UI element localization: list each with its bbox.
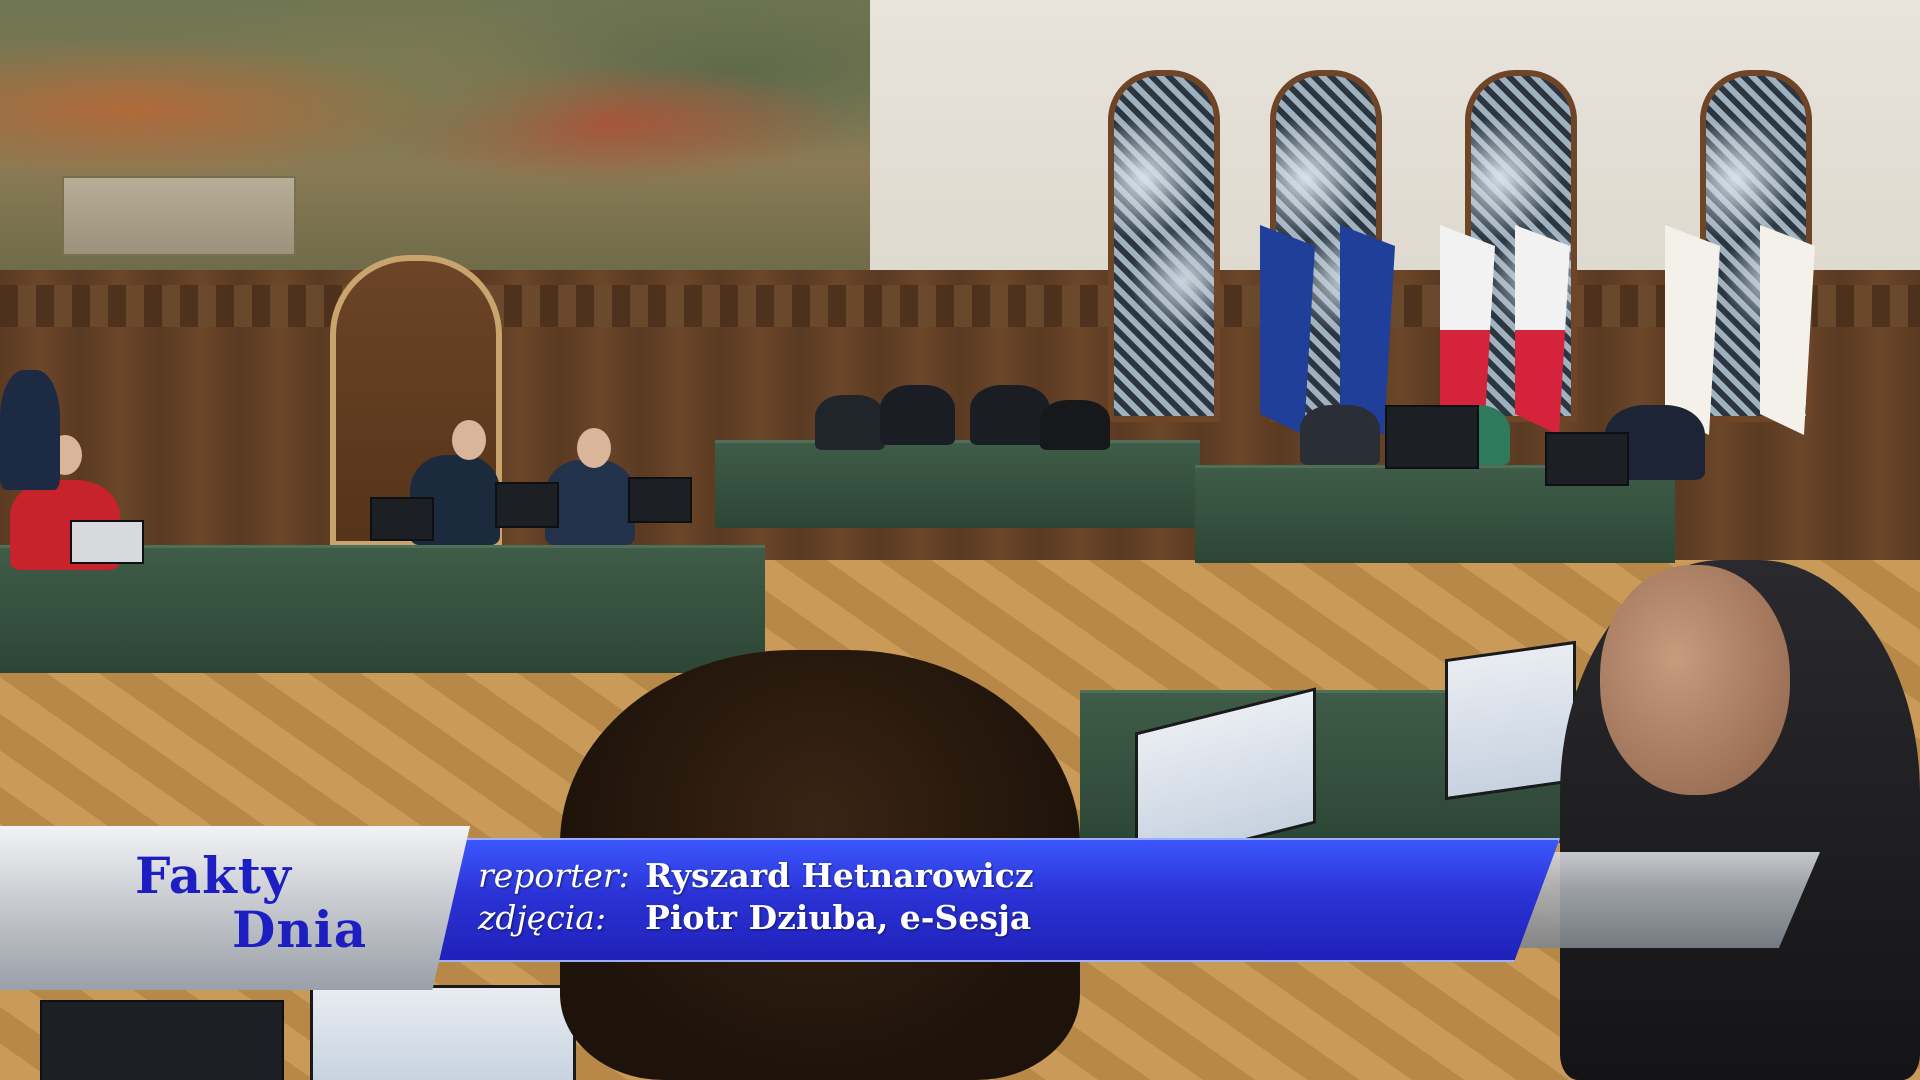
- laptop-screen: [1445, 640, 1576, 801]
- laptop: [70, 520, 144, 564]
- photos-credit: Piotr Dziuba, e-Sesja: [645, 898, 1032, 937]
- councillor-head: [452, 420, 486, 460]
- reporter-label: reporter:: [478, 856, 630, 895]
- laptop: [628, 477, 692, 523]
- councillor: [880, 385, 955, 445]
- laptop: [495, 482, 559, 528]
- councillor: [815, 395, 885, 450]
- council-table-center: [715, 440, 1200, 528]
- councillor: [970, 385, 1050, 445]
- foreground-man-head: [1600, 565, 1790, 795]
- councillor: [1040, 400, 1110, 450]
- stained-window: [1108, 70, 1220, 422]
- photos-label: zdjęcia:: [478, 898, 607, 937]
- laptop: [1545, 432, 1629, 486]
- program-logo-line2: Dnia: [232, 900, 368, 959]
- council-chair: [1300, 405, 1380, 465]
- laptop-screen: [310, 985, 576, 1080]
- broadcast-frame: Fakty Dnia reporter: Ryszard Hetnarowicz…: [0, 0, 1920, 1080]
- laptop: [40, 1000, 284, 1080]
- reporter-name: Ryszard Hetnarowicz: [645, 856, 1034, 895]
- monitor: [1385, 405, 1479, 469]
- laptop: [370, 497, 434, 541]
- mural-plaque: [62, 176, 296, 256]
- program-logo-line1: Fakty: [135, 846, 292, 905]
- councillor-head: [577, 428, 611, 468]
- standing-man: [0, 370, 60, 490]
- wood-trim: [0, 285, 1920, 327]
